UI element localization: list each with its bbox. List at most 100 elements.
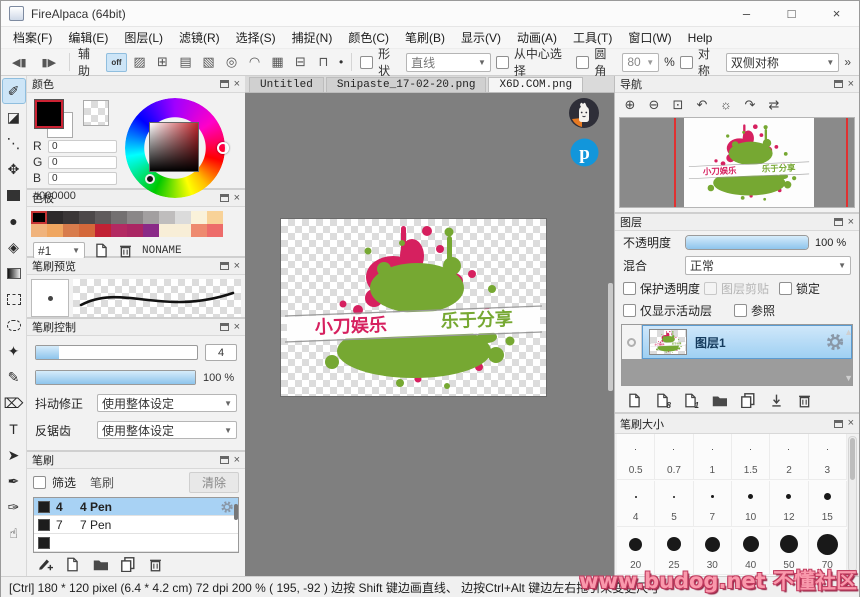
document-tab-0[interactable]: Untitled — [249, 77, 324, 92]
brush-tab-label[interactable]: 笔刷 — [82, 474, 122, 491]
hand-tool[interactable]: ☝ — [2, 520, 26, 546]
new-8bit-layer-icon[interactable]: 8 — [655, 393, 670, 408]
menu-item-12[interactable]: Help — [680, 29, 721, 47]
rotate-reset-icon[interactable]: ☼ — [715, 95, 737, 114]
zoom-out-icon[interactable]: ⊖ — [643, 95, 665, 114]
palette-swatch[interactable] — [63, 224, 79, 237]
menu-item-7[interactable]: 笔刷(B) — [397, 27, 453, 48]
new-swatch-icon[interactable] — [94, 243, 109, 258]
shape-select[interactable]: 直线▼ — [406, 53, 491, 72]
undock-icon[interactable] — [220, 80, 229, 88]
text-tool[interactable]: T — [2, 416, 26, 442]
palette-swatch[interactable] — [47, 224, 63, 237]
flip-icon[interactable]: ⇄ — [763, 95, 785, 114]
menu-item-5[interactable]: 捕捉(N) — [284, 27, 341, 48]
undock-icon[interactable] — [834, 218, 843, 226]
snap-ruler-icon[interactable]: ▦ — [267, 53, 288, 72]
snap-horizontal-icon[interactable]: ▤ — [175, 53, 196, 72]
brush-size-cell[interactable]: 1 — [694, 434, 732, 480]
duplicate-brush-icon[interactable] — [120, 556, 136, 572]
menu-item-8[interactable]: 显示(V) — [453, 27, 509, 48]
fill-rect-tool[interactable] — [2, 182, 26, 208]
new-brush-icon[interactable] — [65, 557, 80, 572]
palette-swatch[interactable] — [207, 211, 223, 224]
palette-swatch[interactable] — [111, 211, 127, 224]
color-wheel[interactable] — [123, 98, 227, 198]
brush-list-scrollbar[interactable] — [234, 504, 238, 520]
b-input[interactable]: 0 — [48, 172, 117, 185]
brush-size-cell[interactable]: 4 — [617, 481, 655, 527]
saturation-value-box[interactable] — [149, 122, 199, 172]
close-icon[interactable]: × — [848, 79, 854, 90]
alpaca-avatar-icon[interactable] — [568, 97, 600, 129]
menu-item-0[interactable]: 档案(F) — [5, 27, 60, 48]
pixiv-icon[interactable]: p — [570, 138, 599, 167]
gradient-tool[interactable] — [2, 260, 26, 286]
lock-checkbox[interactable] — [779, 282, 792, 295]
close-icon[interactable]: × — [234, 455, 240, 466]
snap-parallel-icon[interactable]: ▨ — [129, 53, 150, 72]
close-icon[interactable]: × — [848, 418, 854, 429]
delete-brush-icon[interactable] — [148, 557, 163, 572]
bucket-tool[interactable]: ◈ — [2, 234, 26, 260]
next-page-icon[interactable]: ▮▶ — [37, 54, 62, 71]
palette-swatch[interactable] — [95, 224, 111, 237]
palette-swatch[interactable] — [95, 211, 111, 224]
new-1bit-layer-icon[interactable]: 1 — [683, 393, 698, 408]
eraser-tool[interactable]: ◪ — [2, 104, 26, 130]
protect-alpha-checkbox[interactable] — [623, 282, 636, 295]
scroll-up-icon[interactable]: ▲ — [844, 327, 853, 337]
g-input[interactable]: 0 — [48, 156, 117, 169]
close-icon[interactable]: × — [234, 261, 240, 272]
clear-button[interactable]: 清除 — [189, 472, 239, 493]
fill-blob-tool[interactable]: ● — [2, 208, 26, 234]
shape-checkbox[interactable] — [360, 56, 373, 69]
snap-off-icon[interactable]: off — [106, 53, 127, 72]
brush-size-cell[interactable]: 10 — [732, 481, 770, 527]
snap-perspective-icon[interactable]: ⊓ — [313, 53, 334, 72]
rotate-left-icon[interactable]: ↶ — [691, 95, 713, 114]
hue-selector[interactable] — [217, 142, 229, 154]
layer-visibility-toggle[interactable] — [622, 325, 642, 359]
r-input[interactable]: 0 — [48, 140, 117, 153]
palette-swatch[interactable] — [143, 211, 159, 224]
show-active-only-checkbox[interactable] — [623, 304, 636, 317]
brush-size-cell[interactable]: 7 — [694, 481, 732, 527]
curve-tool[interactable]: ✒ — [2, 468, 26, 494]
minimize-button[interactable]: – — [724, 1, 769, 27]
blend-select[interactable]: 正常▼ — [685, 256, 851, 275]
menu-item-2[interactable]: 图层(L) — [116, 27, 171, 48]
palette-swatch[interactable] — [63, 211, 79, 224]
brush-size-cell[interactable]: 1.5 — [732, 434, 770, 480]
rotate-right-icon[interactable]: ↷ — [739, 95, 761, 114]
toolbar-overflow-icon[interactable]: » — [844, 55, 853, 69]
select-lasso-tool[interactable] — [2, 312, 26, 338]
zoom-fit-icon[interactable]: ⊡ — [667, 95, 689, 114]
magic-wand-tool[interactable]: ✦ — [2, 338, 26, 364]
brush-settings-gear-icon[interactable] — [220, 500, 234, 514]
close-icon[interactable]: × — [234, 79, 240, 90]
snap-cross-icon[interactable]: ⊞ — [152, 53, 173, 72]
symmetry-checkbox[interactable] — [680, 56, 693, 69]
brush-tool[interactable]: ✐ — [2, 78, 26, 104]
palette-swatch[interactable] — [31, 211, 47, 224]
palette-swatch[interactable] — [47, 211, 63, 224]
brush-list-item[interactable]: 44 Pen — [34, 498, 238, 516]
palette-set-select[interactable]: #1▼ — [33, 242, 85, 259]
prev-page-icon[interactable]: ◀▮ — [7, 54, 32, 71]
duplicate-layer-icon[interactable] — [740, 392, 756, 408]
reference-checkbox[interactable] — [734, 304, 747, 317]
brush-size-cell[interactable]: 2 — [770, 434, 808, 480]
layer-settings-gear-icon[interactable] — [825, 332, 845, 352]
palette-swatch[interactable] — [175, 224, 191, 237]
snap-radial-icon[interactable]: ▧ — [198, 53, 219, 72]
palette-swatch[interactable] — [79, 211, 95, 224]
brush-size-cell[interactable]: 3 — [809, 434, 847, 480]
merge-down-icon[interactable] — [769, 393, 784, 408]
document-tab-1[interactable]: Snipaste_17-02-20.png — [326, 77, 487, 92]
brush-size-cell[interactable]: 5 — [655, 481, 693, 527]
palette-swatch[interactable] — [111, 224, 127, 237]
brush-opacity-slider[interactable] — [35, 370, 196, 385]
select-pen-tool[interactable]: ✎ — [2, 364, 26, 390]
palette-swatch[interactable] — [143, 224, 159, 237]
